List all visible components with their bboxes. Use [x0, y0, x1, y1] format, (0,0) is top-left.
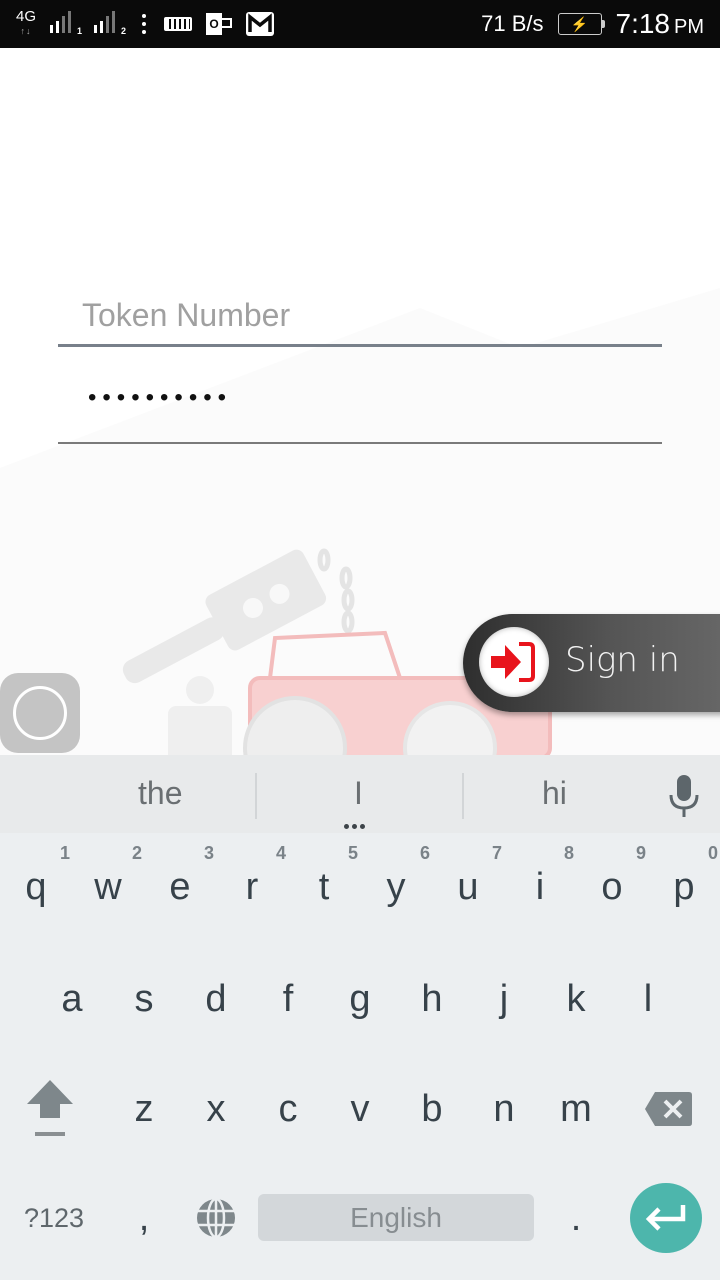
keyboard-icon — [164, 17, 193, 31]
key-n[interactable]: n — [468, 1055, 540, 1163]
key-l[interactable]: l — [612, 945, 684, 1053]
key-o[interactable]: o9 — [576, 833, 648, 941]
key-c[interactable]: c — [252, 1055, 324, 1163]
sign-in-icon — [491, 642, 535, 682]
signal-sim1-icon: 1 — [50, 11, 82, 36]
globe-icon — [197, 1197, 235, 1239]
period-key[interactable]: . — [540, 1164, 612, 1272]
shift-key[interactable] — [14, 1055, 86, 1163]
password-field[interactable]: •••••••••• — [58, 370, 662, 444]
sign-in-icon-circle — [479, 627, 549, 697]
suggestion-strip: the I hi — [0, 755, 720, 833]
assistive-touch-button[interactable] — [0, 673, 80, 753]
language-key[interactable] — [180, 1164, 252, 1272]
key-k[interactable]: k — [540, 945, 612, 1053]
key-t[interactable]: t5 — [288, 833, 360, 941]
key-b[interactable]: b — [396, 1055, 468, 1163]
battery-charging-icon: ⚡ — [557, 13, 605, 35]
suggestion-the[interactable]: the — [138, 775, 182, 812]
clock: 7:18 PM — [616, 8, 705, 40]
status-bar: 4G ↑↓ 1 2 O 71 B/s ⚡ 7:18 PM — [0, 0, 720, 48]
suggestion-divider — [255, 773, 257, 819]
key-i[interactable]: i8 — [504, 833, 576, 941]
more-suggestions-icon[interactable] — [344, 824, 365, 829]
signal-sim2-icon: 2 — [94, 11, 126, 36]
key-r[interactable]: r4 — [216, 833, 288, 941]
token-number-field[interactable] — [58, 273, 662, 347]
key-q[interactable]: q1 — [0, 833, 72, 941]
key-e[interactable]: e3 — [144, 833, 216, 941]
suggestion-i[interactable]: I — [354, 775, 363, 812]
enter-icon — [645, 1205, 686, 1231]
key-y[interactable]: y6 — [360, 833, 432, 941]
key-z[interactable]: z — [108, 1055, 180, 1163]
password-masked-value[interactable]: •••••••••• — [88, 384, 232, 412]
screen: 4G ↑↓ 1 2 O 71 B/s ⚡ 7:18 PM Token Numbe… — [0, 0, 720, 1280]
backspace-key[interactable] — [632, 1055, 704, 1163]
key-m[interactable]: m — [540, 1055, 612, 1163]
more-dots-icon — [138, 14, 150, 34]
key-v[interactable]: v — [324, 1055, 396, 1163]
gmail-icon — [246, 12, 275, 36]
key-w[interactable]: w2 — [72, 833, 144, 941]
enter-key[interactable] — [630, 1183, 702, 1253]
suggestion-hi[interactable]: hi — [542, 775, 567, 812]
soft-keyboard: the I hi q1 w2 e3 r4 t5 y6 u7 i8 o9 p0 a… — [0, 755, 720, 1280]
network-type: 4G — [16, 8, 37, 25]
outlook-icon: O — [206, 13, 233, 35]
key-a[interactable]: a — [36, 945, 108, 1053]
key-g[interactable]: g — [324, 945, 396, 1053]
clock-time: 7:18 — [615, 8, 671, 39]
shift-icon — [27, 1080, 73, 1136]
symbols-key[interactable]: ?123 — [18, 1164, 90, 1272]
key-d[interactable]: d — [180, 945, 252, 1053]
key-p[interactable]: p0 — [648, 833, 720, 941]
key-h[interactable]: h — [396, 945, 468, 1053]
suggestion-divider — [462, 773, 464, 819]
key-j[interactable]: j — [468, 945, 540, 1053]
net-speed: 71 B/s — [481, 11, 544, 36]
backspace-icon — [645, 1092, 692, 1126]
space-bar[interactable]: English — [258, 1194, 534, 1241]
key-u[interactable]: u7 — [432, 833, 504, 941]
login-screen: •••••••••• Sign in — [0, 48, 720, 755]
microphone-icon[interactable] — [664, 775, 704, 817]
clock-ampm: PM — [674, 16, 704, 38]
comma-key[interactable]: , — [108, 1164, 180, 1272]
key-f[interactable]: f — [252, 945, 324, 1053]
sign-in-label: Sign in — [565, 640, 680, 680]
sign-in-button[interactable]: Sign in — [463, 614, 720, 712]
key-x[interactable]: x — [180, 1055, 252, 1163]
assistive-touch-icon — [13, 686, 67, 740]
key-s[interactable]: s — [108, 945, 180, 1053]
network-4g-icon: 4G ↑↓ — [16, 8, 37, 36]
token-number-input[interactable] — [82, 297, 662, 334]
